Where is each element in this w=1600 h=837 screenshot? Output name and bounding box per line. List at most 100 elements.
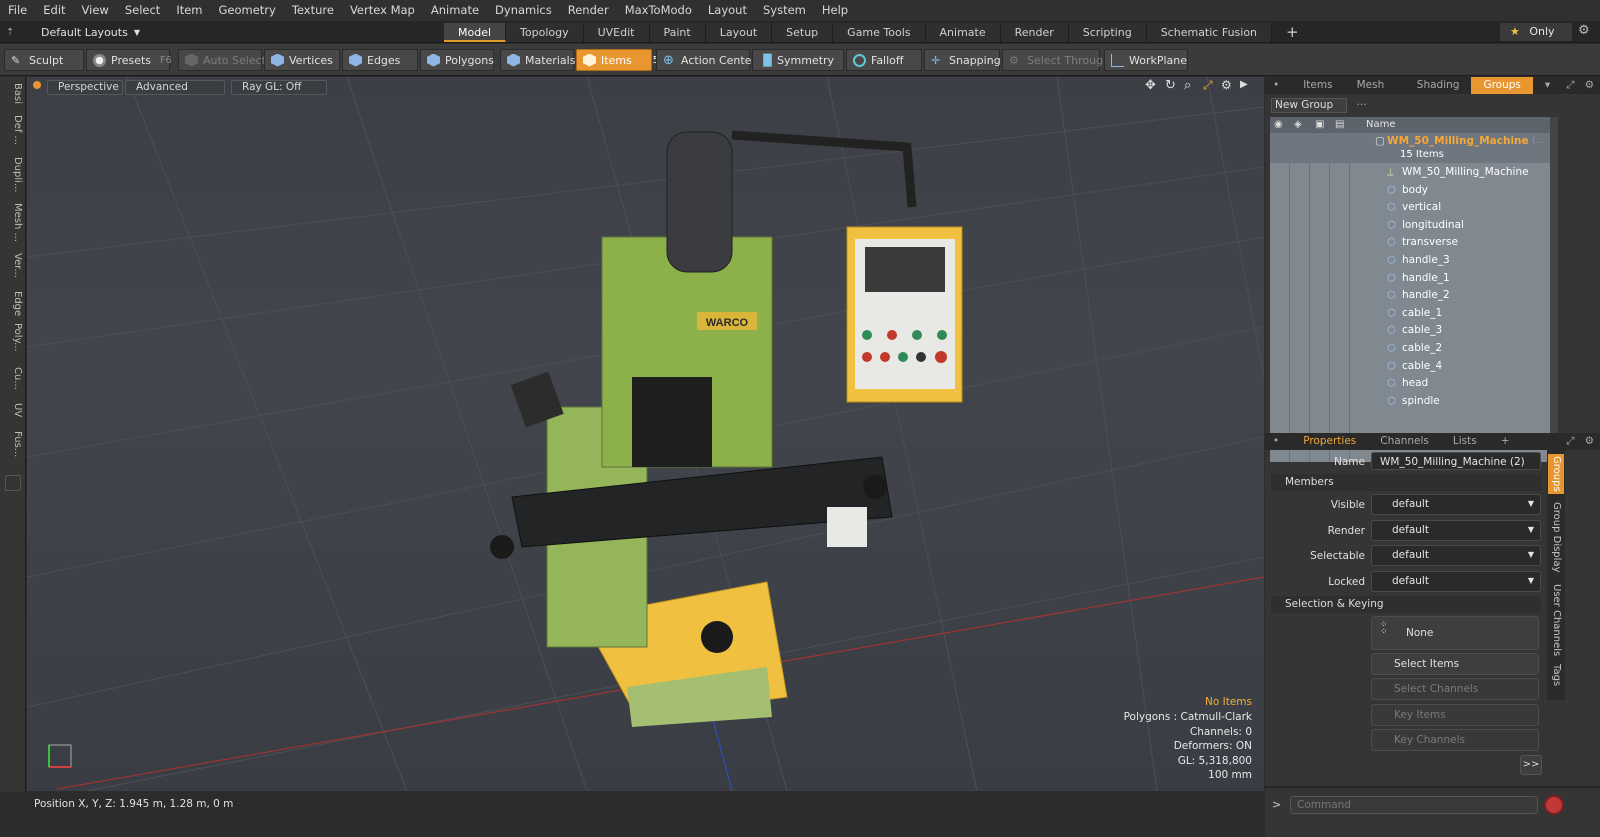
group-member-row[interactable]: ⬡ head	[1270, 375, 1550, 393]
key-items-button[interactable]: Key Items	[1371, 704, 1539, 726]
side-tab-tags[interactable]: Tags	[1548, 664, 1564, 686]
polygons-button[interactable]: Polygons	[420, 49, 494, 71]
group-member-row[interactable]: ⬡ cable_2	[1270, 340, 1550, 358]
tab-properties[interactable]: Properties	[1291, 433, 1368, 450]
group-name-field[interactable]: WM_50_Milling_Machine (2)	[1371, 452, 1541, 470]
view-type-button[interactable]: Perspective	[47, 80, 123, 95]
group-member-row[interactable]: ⬡ transverse	[1270, 234, 1550, 252]
presets-button[interactable]: Presets F6	[86, 49, 172, 71]
gear-icon[interactable]: ⚙	[1578, 23, 1590, 38]
left-tab-deform[interactable]: Def ...	[3, 115, 23, 145]
left-tab-extra-button[interactable]	[5, 475, 21, 491]
left-tab-polygon[interactable]: Poly...	[3, 323, 23, 352]
left-tab-basic[interactable]: Basi	[3, 83, 23, 104]
falloff-button[interactable]: Falloff	[846, 49, 922, 71]
new-group-button[interactable]: New Group	[1271, 98, 1347, 113]
tab-game-tools[interactable]: Game Tools	[833, 23, 926, 42]
tab-items[interactable]: Items	[1291, 77, 1344, 94]
menu-view[interactable]: View	[74, 0, 117, 21]
side-tab-user-channels[interactable]: User Channels	[1548, 584, 1564, 656]
render-icon[interactable]: ◈	[1294, 117, 1302, 133]
group-member-row[interactable]: ⬡ cable_4	[1270, 358, 1550, 376]
tab-scripting[interactable]: Scripting	[1068, 23, 1147, 42]
viewport-menu-dot[interactable]	[33, 81, 41, 89]
expand-props-icon[interactable]: ⤢	[1562, 433, 1578, 450]
selection-keying-section[interactable]: Selection & Keying	[1271, 596, 1541, 613]
record-icon[interactable]	[1544, 795, 1564, 815]
only-toggle[interactable]: ★ Only	[1500, 23, 1572, 41]
name-column-header[interactable]: Name	[1366, 117, 1396, 133]
group-member-row[interactable]: ⬡ cable_3	[1270, 322, 1550, 340]
side-tab-group-display[interactable]: Group Display	[1548, 502, 1564, 572]
symmetry-button[interactable]: ▐▌ Symmetry	[752, 49, 844, 71]
tab-paint[interactable]: Paint	[649, 23, 706, 42]
menu-select[interactable]: Select	[117, 0, 168, 21]
action-center-button[interactable]: ⊕ Action Center	[656, 49, 756, 71]
fit-view-icon[interactable]: ⤢	[1203, 78, 1213, 93]
add-tab-button[interactable]: +	[1272, 23, 1313, 42]
left-tab-uv[interactable]: UV	[3, 403, 23, 417]
menu-render[interactable]: Render	[560, 0, 617, 21]
vertices-button[interactable]: Vertices 1	[264, 49, 348, 71]
none-button[interactable]: ⁘ ⁘ None	[1371, 616, 1539, 650]
left-tab-curve[interactable]: Cu...	[3, 367, 23, 390]
group-member-row[interactable]: ⬡ handle_2	[1270, 287, 1550, 305]
panel-menu-dot[interactable]: •	[1265, 77, 1291, 94]
select-items-button[interactable]: Select Items	[1371, 653, 1539, 675]
group-row-selected[interactable]: ▢ WM_50_Milling_Machine (... 15 Items	[1270, 133, 1550, 163]
menu-help[interactable]: Help	[814, 0, 856, 21]
menu-texture[interactable]: Texture	[284, 0, 342, 21]
rotate-icon[interactable]: ↻	[1165, 78, 1176, 93]
auto-select-button[interactable]: Auto Select	[178, 49, 266, 71]
menu-layout[interactable]: Layout	[700, 0, 755, 21]
eye-icon[interactable]: ◉	[1274, 117, 1283, 133]
sculpt-button[interactable]: ✎ Sculpt	[4, 49, 84, 71]
menu-vertex-map[interactable]: Vertex Map	[342, 0, 423, 21]
select-icon[interactable]: ▤	[1335, 117, 1344, 133]
shading-mode-button[interactable]: Advanced	[125, 80, 225, 95]
group-member-row[interactable]: ⟂ WM_50_Milling_Machine	[1270, 164, 1550, 182]
add-tab-icon[interactable]: +	[1489, 433, 1522, 450]
edges-button[interactable]: Edges 2	[342, 49, 425, 71]
expand-panel-icon[interactable]: ⤢	[1562, 77, 1578, 94]
viewport-settings-icon[interactable]: ⚙	[1221, 78, 1232, 92]
lock-icon[interactable]: ▣	[1315, 117, 1324, 133]
menu-animate[interactable]: Animate	[423, 0, 487, 21]
materials-button[interactable]: Materials	[500, 49, 575, 71]
locked-dropdown[interactable]: default ▼	[1371, 571, 1541, 592]
props-menu-dot[interactable]: •	[1265, 433, 1291, 450]
left-tab-fusion[interactable]: Fus...	[3, 431, 23, 457]
chevron-down-icon[interactable]: ▾	[1533, 77, 1562, 94]
left-tab-vertex[interactable]: Ver...	[3, 253, 23, 278]
tab-layout[interactable]: Layout	[705, 23, 773, 42]
layout-selector[interactable]: ⇡ Default Layouts ▼	[6, 24, 140, 40]
tab-shading[interactable]: Shading	[1405, 77, 1472, 94]
left-tab-edge[interactable]: Edge	[3, 291, 23, 316]
zoom-icon[interactable]: ⌕	[1184, 78, 1191, 93]
tab-setup[interactable]: Setup	[772, 23, 834, 42]
more-button[interactable]: >>	[1520, 755, 1542, 775]
members-section[interactable]: Members	[1271, 474, 1541, 491]
menu-file[interactable]: File	[0, 0, 35, 21]
group-member-row[interactable]: ⬡ spindle	[1270, 393, 1550, 411]
tab-render[interactable]: Render	[1000, 23, 1069, 42]
3d-viewport[interactable]: WARCO Perspective Advanced Ray GL: Off ✥…	[27, 77, 1264, 791]
command-input[interactable]	[1290, 796, 1538, 814]
items-button[interactable]: Items 5	[576, 49, 659, 71]
tab-uvedit[interactable]: UVEdit	[583, 23, 650, 42]
raygl-button[interactable]: Ray GL: Off	[231, 80, 327, 95]
menu-dynamics[interactable]: Dynamics	[487, 0, 560, 21]
group-member-row[interactable]: ⬡ handle_1	[1270, 270, 1550, 288]
tab-schematic-fusion[interactable]: Schematic Fusion	[1146, 23, 1273, 42]
tab-mesh[interactable]: Mesh ...	[1345, 77, 1405, 108]
select-through-button[interactable]: ⚙ Select Through	[1002, 49, 1110, 71]
tab-groups[interactable]: Groups	[1471, 77, 1533, 94]
group-member-row[interactable]: ⬡ longitudinal	[1270, 217, 1550, 235]
side-tab-groups[interactable]: Groups	[1548, 454, 1564, 494]
viewport-expand-icon[interactable]: ▶	[1240, 79, 1248, 90]
menu-edit[interactable]: Edit	[35, 0, 73, 21]
menu-maxtomodo[interactable]: MaxToModo	[617, 0, 700, 21]
menu-system[interactable]: System	[755, 0, 814, 21]
menu-item[interactable]: Item	[168, 0, 210, 21]
tab-lists[interactable]: Lists	[1441, 433, 1489, 450]
